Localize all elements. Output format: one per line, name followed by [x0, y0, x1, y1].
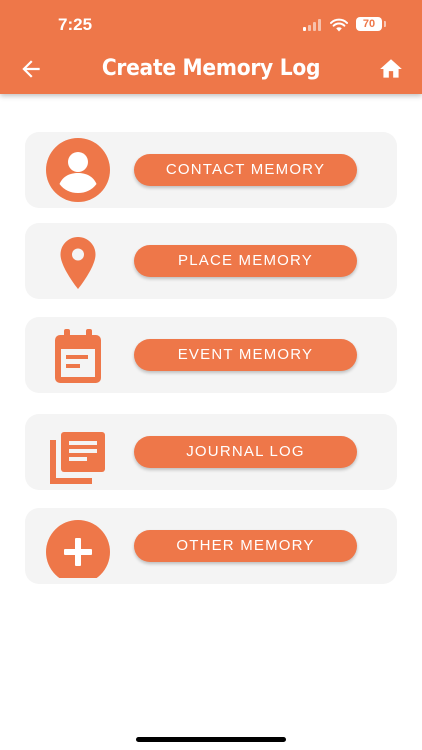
signal-icon [303, 19, 323, 31]
battery-level: 70 [356, 17, 382, 31]
event-memory-button[interactable]: EVENT MEMORY [134, 339, 357, 371]
journal-log-button[interactable]: JOURNAL LOG [134, 436, 357, 468]
journal-log-card: JOURNAL LOG [25, 414, 397, 490]
contact-memory-button[interactable]: CONTACT MEMORY [134, 154, 357, 186]
page-title: Create Memory Log [101, 56, 321, 81]
library-books-icon [50, 432, 105, 484]
wifi-icon [330, 18, 348, 32]
contact-memory-card: CONTACT MEMORY [25, 132, 397, 208]
home-indicator [136, 737, 286, 742]
battery-cap [384, 21, 386, 27]
event-memory-card: EVENT MEMORY [25, 317, 397, 393]
account-circle-icon [46, 138, 110, 202]
place-memory-card: PLACE MEMORY [25, 223, 397, 299]
map-pin-icon [60, 237, 96, 289]
status-time: 7:25 [58, 15, 93, 34]
place-memory-button[interactable]: PLACE MEMORY [134, 245, 357, 277]
home-button[interactable] [378, 56, 404, 82]
app-header: 7:25 70 Create Memory Log [0, 0, 422, 94]
add-circle-icon [46, 520, 110, 578]
other-memory-card: OTHER MEMORY [25, 508, 397, 584]
other-memory-button[interactable]: OTHER MEMORY [134, 530, 357, 562]
calendar-icon [55, 329, 101, 383]
